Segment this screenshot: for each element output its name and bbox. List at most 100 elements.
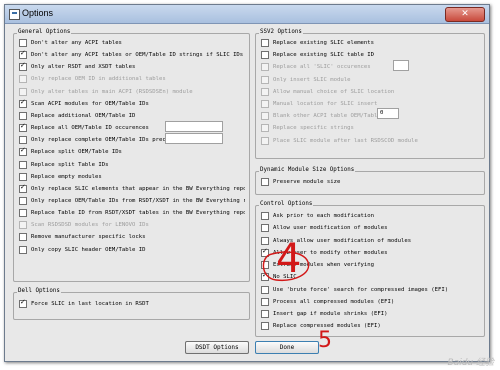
- sw2-option-row[interactable]: Replace existing SLIC elements: [261, 38, 483, 48]
- manual-location-value: 0: [380, 110, 384, 116]
- option-label: Only replace OEM/Table IDs from RSDT/XSD…: [31, 197, 245, 204]
- option-label: Don't alter any ACPI tables or OEM/Table…: [31, 52, 245, 59]
- general-option-row[interactable]: Replace split Table IDs: [19, 160, 245, 170]
- checkbox[interactable]: [261, 212, 269, 220]
- checkbox[interactable]: [19, 160, 27, 169]
- checkbox: [261, 75, 269, 84]
- checkbox-checked[interactable]: [19, 123, 27, 133]
- checkbox-checked[interactable]: [19, 99, 27, 108]
- checkbox: [261, 124, 269, 133]
- checkbox[interactable]: [19, 39, 27, 47]
- option-label: Replace additional OEM/Table ID: [31, 112, 136, 119]
- done-button[interactable]: Done: [255, 341, 319, 354]
- option-label: Scan ACPI modules for OEM/Table IDs: [31, 100, 149, 107]
- checkbox[interactable]: [19, 245, 27, 254]
- checkbox[interactable]: [261, 322, 269, 331]
- checkbox[interactable]: [261, 310, 269, 318]
- general-option-row[interactable]: Don't alter any ACPI tables: [19, 38, 245, 48]
- control-option-row[interactable]: Insert gap if module shrinks (EFI): [261, 309, 483, 319]
- slic-table-id-field[interactable]: [393, 60, 409, 71]
- option-label: Use 'brute force' search for compressed …: [273, 286, 449, 293]
- option-label: Replace empty modules: [31, 173, 102, 180]
- manual-location-field[interactable]: 0: [377, 108, 399, 119]
- control-option-row[interactable]: Allow user modification of modules: [261, 223, 483, 233]
- dsdt-options-button[interactable]: DSDT Options: [185, 341, 249, 354]
- sw2-option-row: Place SLIC module after last RSDSCOD mod…: [261, 136, 483, 146]
- additional-table-id-field[interactable]: [165, 133, 223, 144]
- checkbox: [19, 87, 27, 96]
- option-label: Only insert SLIC module: [273, 76, 351, 83]
- general-option-row[interactable]: Only replace SLIC elements that appear i…: [19, 184, 245, 194]
- checkbox[interactable]: [19, 196, 27, 205]
- checkbox[interactable]: [261, 51, 269, 60]
- checkbox: [261, 136, 269, 145]
- sw2-option-row[interactable]: Replace existing SLIC table ID: [261, 50, 483, 60]
- general-option-row[interactable]: Replace empty modules: [19, 172, 245, 182]
- option-label: Only alter RSDT and XSDT tables: [31, 64, 136, 71]
- window-title: Options: [22, 8, 54, 18]
- annotation-four: 4: [276, 236, 302, 282]
- general-options-title: General Options: [17, 29, 72, 35]
- checkbox-checked[interactable]: [19, 62, 27, 72]
- checkbox: [19, 75, 27, 84]
- checkbox[interactable]: [261, 285, 269, 294]
- checkbox[interactable]: [261, 224, 269, 233]
- control-option-row[interactable]: Ask prior to each modification: [261, 211, 483, 221]
- checkbox: [261, 63, 269, 72]
- option-label: Process all compressed modules (EFI): [273, 298, 395, 305]
- general-option-row[interactable]: Only copy SLIC header OEM/Table ID: [19, 245, 245, 255]
- general-option-row[interactable]: Replace additional OEM/Table ID: [19, 111, 245, 121]
- general-option-row: Only alter tables in main ACPI (RSDSDSEn…: [19, 87, 245, 97]
- checkbox[interactable]: [261, 178, 269, 186]
- general-option-row[interactable]: Remove manufacturer specific locks: [19, 232, 245, 242]
- title-bar[interactable]: Options ✕: [5, 5, 489, 24]
- option-label: Force SLIC in last location in RSDT: [31, 301, 149, 307]
- general-option-row[interactable]: Only alter RSDT and XSDT tables: [19, 62, 245, 72]
- checkbox: [261, 112, 269, 121]
- dynamic-option-row[interactable]: Preserve module size: [261, 177, 483, 187]
- sw2-option-row: Replace all 'SLIC' occurences: [261, 62, 483, 72]
- checkbox[interactable]: [19, 233, 27, 242]
- app-icon: [9, 9, 20, 20]
- general-option-row[interactable]: Only replace OEM/Table IDs from RSDT/XSD…: [19, 196, 245, 206]
- option-label: Allow user modification of modules: [273, 225, 388, 232]
- checkbox[interactable]: [19, 136, 27, 145]
- control-options-title: Control Options: [259, 201, 314, 207]
- checkbox-checked[interactable]: [19, 147, 27, 157]
- general-option-row[interactable]: Replace Table ID from RSDT/XSDT tables i…: [19, 208, 245, 218]
- control-option-row[interactable]: Use 'brute force' search for compressed …: [261, 285, 483, 295]
- general-option-row[interactable]: Replace split OEM/Table IDs: [19, 147, 245, 157]
- option-label: Only alter tables in main ACPI (RSDSDSEn…: [31, 88, 193, 95]
- option-label: Remove manufacturer specific locks: [31, 234, 146, 241]
- additional-oem-id-field[interactable]: [165, 121, 223, 132]
- general-option-row: Only replace OEM ID in additional tables: [19, 74, 245, 84]
- option-label: Don't alter any ACPI tables: [31, 40, 122, 46]
- option-label: Replace existing SLIC elements: [273, 40, 375, 46]
- close-icon: ✕: [461, 9, 469, 19]
- control-option-row[interactable]: Process all compressed modules (EFI): [261, 297, 483, 307]
- control-option-row[interactable]: Replace compressed modules (EFI): [261, 321, 483, 331]
- checkbox-checked[interactable]: [19, 299, 27, 308]
- checkbox[interactable]: [19, 209, 27, 218]
- general-option-row[interactable]: Don't alter any ACPI tables or OEM/Table…: [19, 50, 245, 60]
- checkbox[interactable]: [261, 236, 269, 245]
- general-option-row[interactable]: Scan ACPI modules for OEM/Table IDs: [19, 99, 245, 109]
- option-label: Only copy SLIC header OEM/Table ID: [31, 246, 146, 253]
- checkbox[interactable]: [19, 111, 27, 120]
- option-label: Ask prior to each modification: [273, 213, 375, 219]
- sw2-option-row: Blank other ACPI table OEM/Table IDs: [261, 111, 483, 121]
- dell-option-row[interactable]: Force SLIC in last location in RSDT: [19, 299, 245, 309]
- dell-options-title: Dell Options: [17, 288, 61, 294]
- general-option-row: Scan RSDSDSD modules for LENOVO IDs: [19, 220, 245, 230]
- sw2-option-row: Only insert SLIC module: [261, 75, 483, 85]
- option-label: Only replace OEM ID in additional tables: [31, 76, 166, 83]
- checkbox[interactable]: [261, 297, 269, 306]
- close-button[interactable]: ✕: [445, 7, 485, 22]
- checkbox-checked[interactable]: [19, 50, 27, 60]
- checkbox-checked[interactable]: [19, 184, 27, 193]
- checkbox[interactable]: [261, 39, 269, 47]
- option-label: Replace specific strings: [273, 125, 354, 132]
- sw2-option-row: Allow manual choice of SLIC location: [261, 87, 483, 97]
- option-label: Only replace SLIC elements that appear i…: [31, 185, 245, 192]
- checkbox[interactable]: [19, 172, 27, 181]
